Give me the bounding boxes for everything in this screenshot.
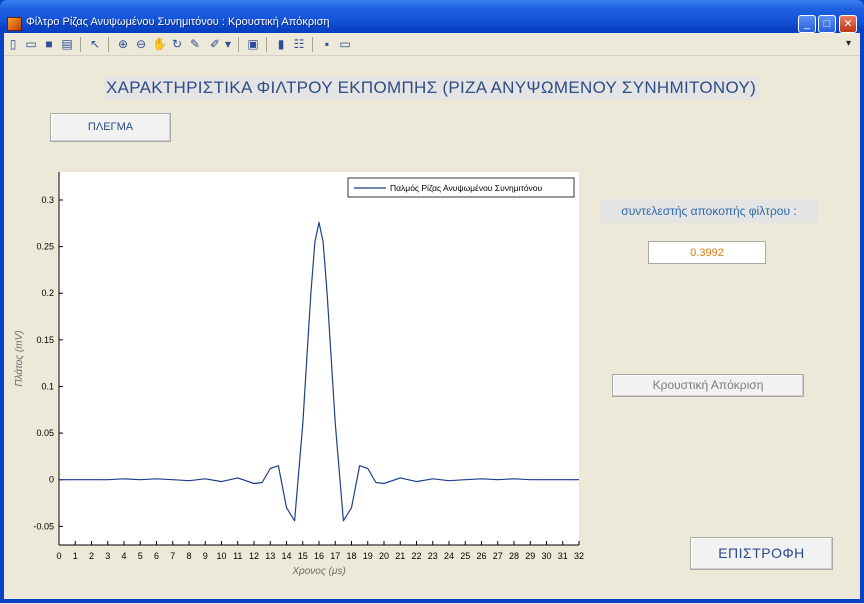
x-axis-label: Χρονος (μs): [291, 566, 345, 577]
figure-client-area: ΧΑΡΑΚΤΗΡΙΣΤΙΚΑ ΦΙΛΤΡΟΥ ΕΚΠΟΜΠΗΣ (ΡΙΖΑ ΑΝ…: [4, 56, 860, 599]
zoom-out-icon[interactable]: ⊖: [134, 38, 148, 51]
pan-icon[interactable]: ✋: [152, 38, 167, 51]
x-tick-label: 6: [154, 551, 159, 561]
toolbar-separator: [108, 37, 109, 52]
figure-toolbar: ▯ ▭ ■ ▤ ↖ ⊕ ⊖ ✋ ↻ ✎ ✐ ▾ ▣ ▮ ☷ ▪ ▭ ▾: [4, 33, 860, 56]
x-tick-label: 25: [460, 551, 470, 561]
x-tick-label: 7: [170, 551, 175, 561]
x-tick-label: 31: [558, 551, 568, 561]
x-tick-label: 9: [203, 551, 208, 561]
x-tick-label: 2: [89, 551, 94, 561]
app-window: Φίλτρο Ρίζας Ανυψωμένου Συνημιτόνου : Κρ…: [0, 0, 864, 603]
y-tick-label: 0.15: [36, 335, 54, 345]
x-tick-label: 0: [56, 551, 61, 561]
close-button[interactable]: ✕: [839, 15, 857, 33]
x-tick-label: 11: [233, 551, 242, 561]
title-bar[interactable]: Φίλτρο Ρίζας Ανυψωμένου Συνημιτόνου : Κρ…: [0, 0, 864, 33]
print-icon[interactable]: ▤: [60, 38, 74, 51]
y-axis-label: Πλάτος (mV): [13, 330, 25, 386]
y-tick-label: 0.25: [36, 242, 54, 252]
x-tick-label: 26: [476, 551, 486, 561]
toolbar-separator: [266, 37, 267, 52]
x-tick-label: 20: [379, 551, 389, 561]
zoom-in-icon[interactable]: ⊕: [116, 38, 130, 51]
x-tick-label: 1: [73, 551, 78, 561]
x-tick-label: 16: [314, 551, 324, 561]
rolloff-coefficient-label: συντελεστής αποκοπής φίλτρου :: [600, 199, 818, 223]
save-icon[interactable]: ■: [42, 38, 56, 51]
dropdown-arrow-icon[interactable]: ▾: [224, 38, 232, 51]
x-tick-label: 14: [281, 551, 291, 561]
x-tick-label: 29: [525, 551, 535, 561]
maximize-button[interactable]: □: [818, 15, 836, 33]
hide-plot-tools-icon[interactable]: ▪: [320, 38, 334, 51]
matlab-app-icon: [7, 17, 22, 31]
brush-icon[interactable]: ✐: [208, 38, 222, 51]
x-tick-label: 22: [411, 551, 421, 561]
x-tick-label: 32: [574, 551, 584, 561]
x-tick-label: 15: [298, 551, 308, 561]
new-file-icon[interactable]: ▯: [6, 38, 20, 51]
x-tick-label: 23: [428, 551, 438, 561]
impulse-response-chart[interactable]: 0 1 2 3 4 5 6 7 8 9 10 11 12 13 14 15 16 17 18 19 20 21 22 23 24…: [4, 56, 860, 599]
rolloff-coefficient-input[interactable]: [648, 241, 766, 264]
x-tick-label: 3: [105, 551, 110, 561]
plot-layer: 0 1 2 3 4 5 6 7 8 9 10 11 12 13 14 15 16 17 18 19 20 21 22 23 24…: [4, 56, 860, 599]
x-tick-label: 13: [265, 551, 275, 561]
legend-label: Παλμός Ρίζας Ανυψωμένου Συνημιτόνου: [390, 183, 543, 193]
x-tick-label: 18: [346, 551, 356, 561]
x-tick-label: 30: [541, 551, 551, 561]
back-button[interactable]: ΕΠΙΣΤΡΟΦΗ: [690, 537, 833, 570]
x-tick-label: 27: [493, 551, 503, 561]
x-tick-label: 10: [216, 551, 226, 561]
x-tick-label: 4: [121, 551, 126, 561]
x-tick-label: 5: [138, 551, 143, 561]
window-title: Φίλτρο Ρίζας Ανυψωμένου Συνημιτόνου : Κρ…: [26, 16, 330, 28]
plot-background: [59, 172, 579, 545]
legend-icon[interactable]: ☷: [292, 38, 306, 51]
x-tick-label: 8: [186, 551, 191, 561]
toolbar-separator: [238, 37, 239, 52]
show-plot-tools-icon[interactable]: ▭: [338, 38, 352, 51]
link-plot-icon[interactable]: ▣: [246, 38, 260, 51]
y-tick-label: 0.3: [41, 195, 54, 205]
open-folder-icon[interactable]: ▭: [24, 38, 38, 51]
minimize-button[interactable]: _: [798, 15, 816, 33]
toolbar-separator: [312, 37, 313, 52]
pointer-icon[interactable]: ↖: [88, 38, 102, 51]
y-tick-label: 0.2: [41, 288, 54, 298]
toolbar-overflow-chevron-icon[interactable]: ▾: [846, 38, 851, 49]
colorbar-icon[interactable]: ▮: [274, 38, 288, 51]
toolbar-separator: [80, 37, 81, 52]
x-tick-label: 21: [395, 551, 405, 561]
impulse-response-button[interactable]: Κρουστική Απόκριση: [612, 374, 804, 397]
data-cursor-icon[interactable]: ✎: [188, 38, 202, 51]
x-tick-label: 28: [509, 551, 519, 561]
y-tick-label: 0: [49, 475, 54, 485]
x-tick-label: 12: [249, 551, 259, 561]
y-tick-label: 0.1: [41, 381, 54, 391]
x-tick-label: 24: [444, 551, 454, 561]
y-tick-label: -0.05: [33, 521, 54, 531]
x-tick-label: 19: [363, 551, 373, 561]
rotate-3d-icon[interactable]: ↻: [170, 38, 184, 51]
y-tick-label: 0.05: [36, 428, 54, 438]
x-tick-label: 17: [330, 551, 340, 561]
